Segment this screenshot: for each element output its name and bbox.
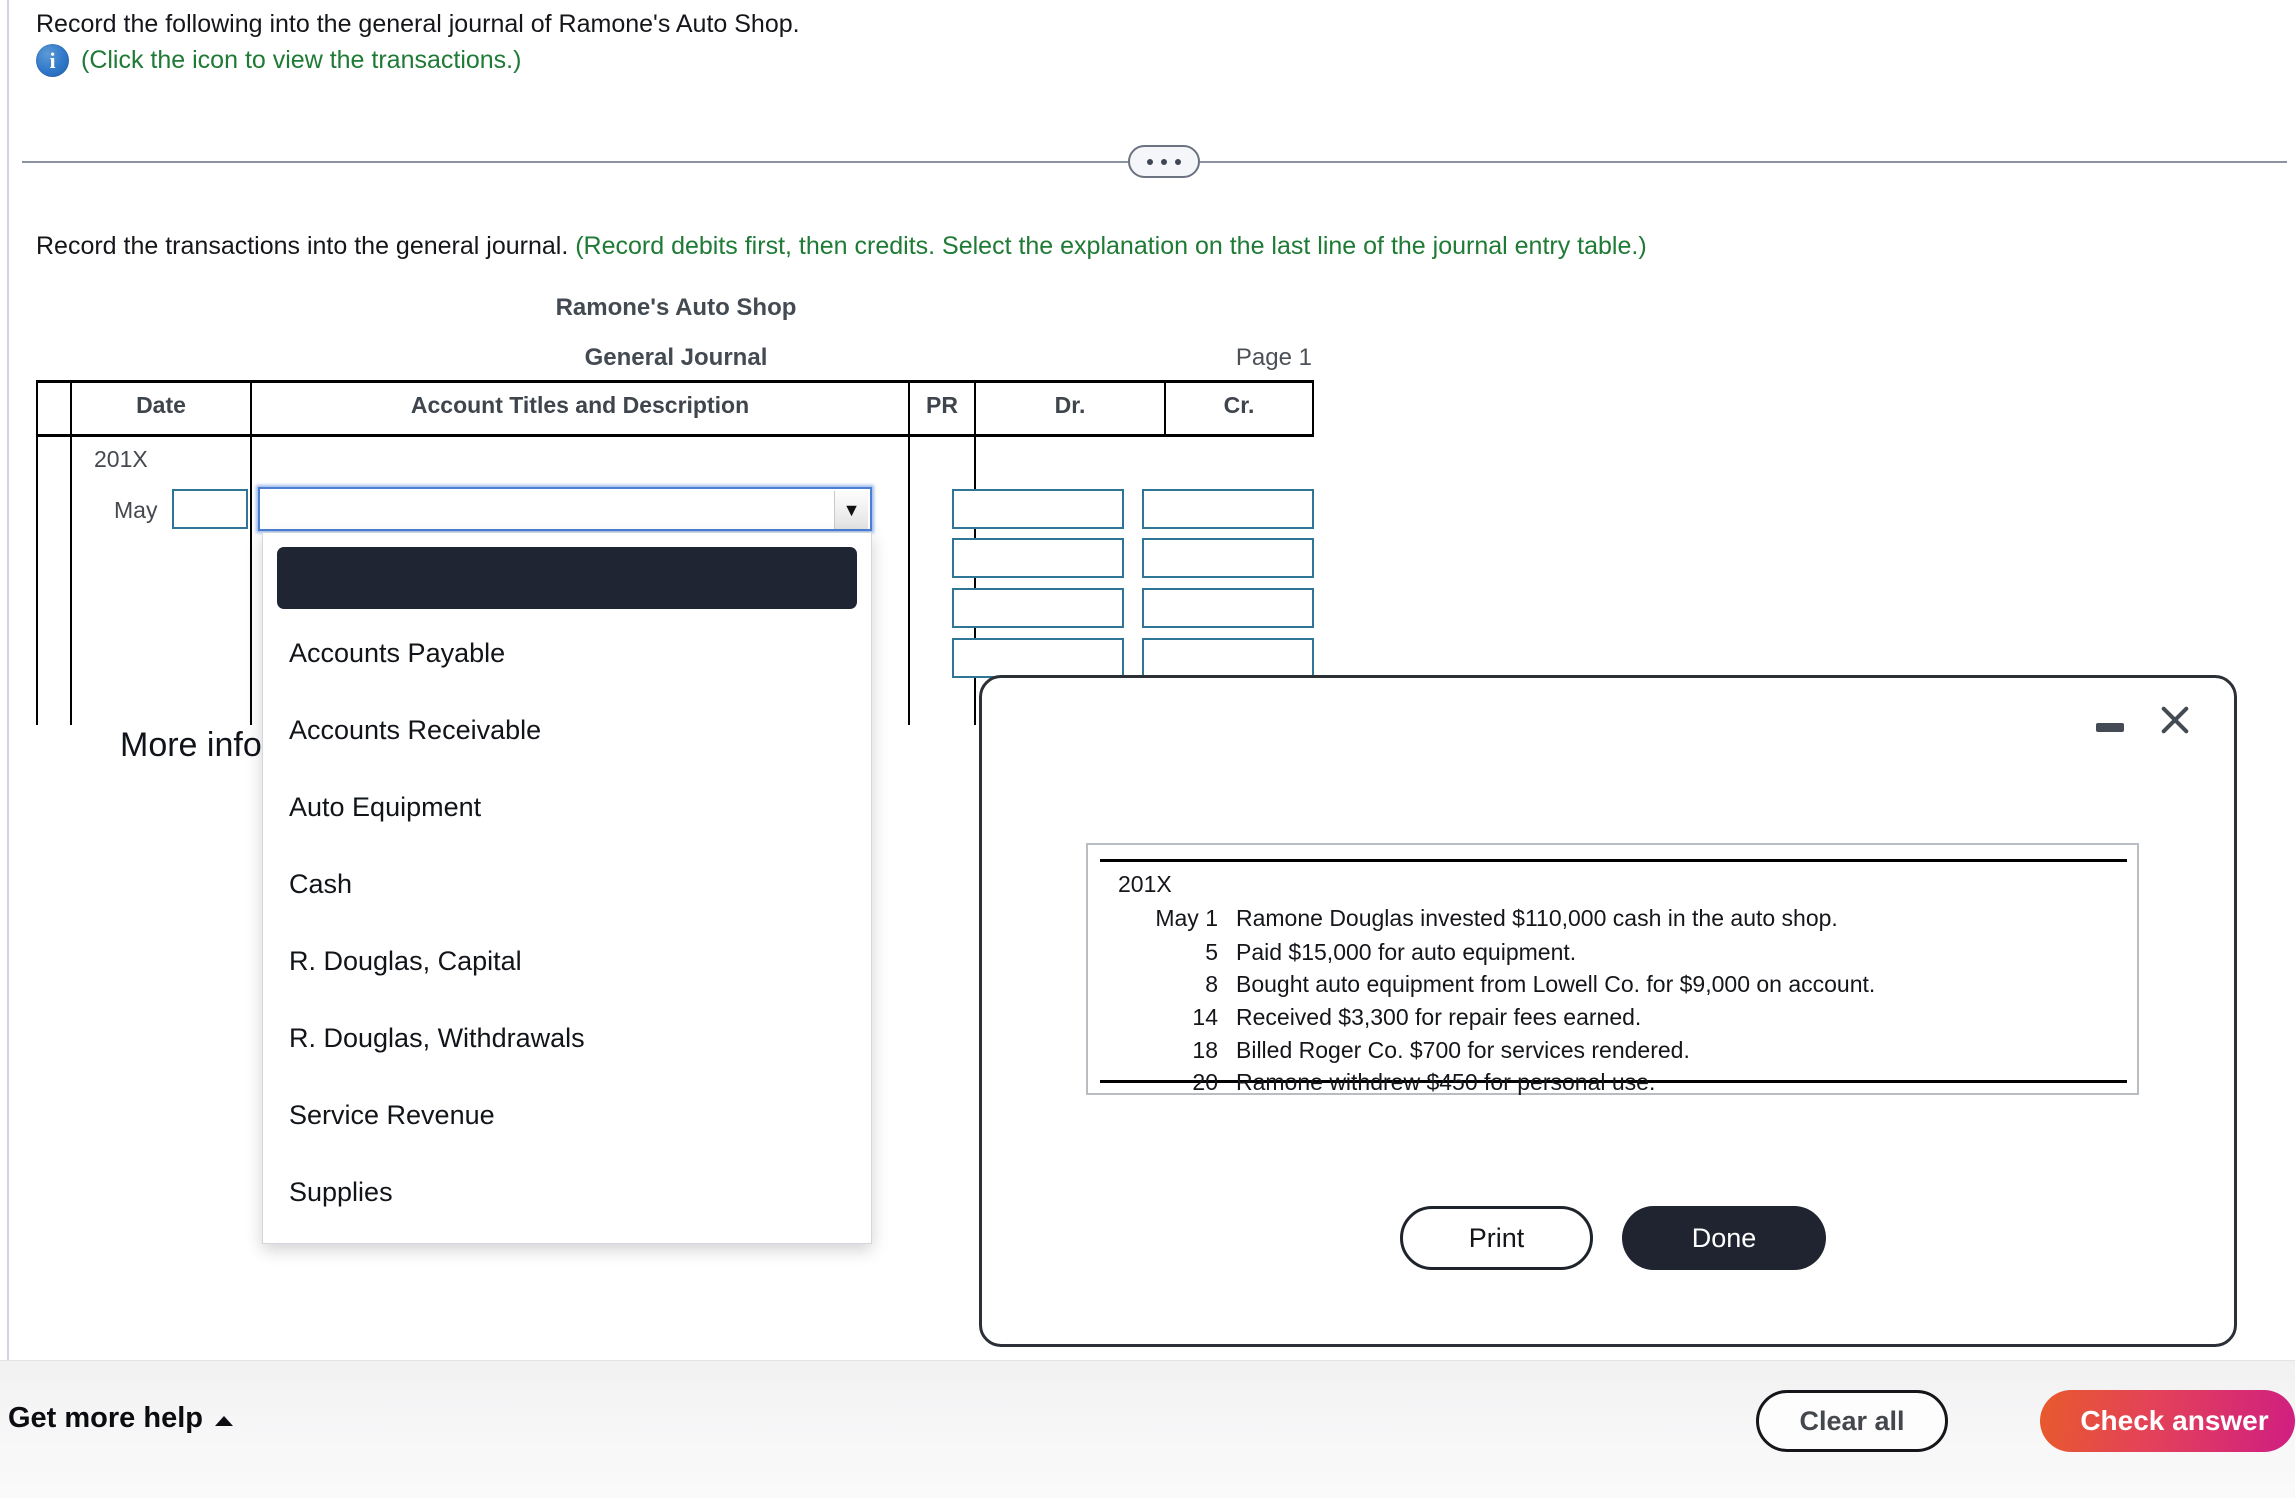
task-instruction: Record the transactions into the general… xyxy=(36,232,1647,261)
column-header-account: Account Titles and Description xyxy=(410,392,750,418)
print-button[interactable]: Print xyxy=(1400,1206,1593,1270)
credit-input[interactable] xyxy=(1142,489,1314,529)
done-button[interactable]: Done xyxy=(1622,1206,1826,1270)
instruction-black: Record the transactions into the general… xyxy=(36,232,576,260)
dropdown-option-r-douglas-capital[interactable]: R. Douglas, Capital xyxy=(263,923,871,1000)
dot-icon xyxy=(1161,158,1167,165)
divider-handle[interactable] xyxy=(1128,145,1200,178)
transaction-desc: Ramone withdrew $450 for personal use. xyxy=(1236,1069,1656,1095)
transaction-desc: Billed Roger Co. $700 for services rende… xyxy=(1236,1037,1690,1063)
dropdown-option-blank[interactable] xyxy=(277,547,857,609)
transaction-date: 8 xyxy=(1205,971,1218,997)
transaction-desc: Paid $15,000 for auto equipment. xyxy=(1236,939,1577,965)
transaction-desc: Bought auto equipment from Lowell Co. fo… xyxy=(1236,971,1876,997)
dropdown-option-service-revenue[interactable]: Service Revenue xyxy=(263,1077,871,1154)
journal-company-name: Ramone's Auto Shop xyxy=(555,294,797,321)
dropdown-option-accounts-receivable[interactable]: Accounts Receivable xyxy=(263,692,871,769)
debit-input[interactable] xyxy=(952,588,1124,628)
journal-page-label: Page 1 xyxy=(1235,344,1312,371)
info-icon[interactable]: i xyxy=(36,44,69,77)
transaction-date: 20 xyxy=(1192,1069,1218,1095)
dropdown-option-supplies[interactable]: Supplies xyxy=(263,1154,871,1231)
table-vline xyxy=(70,380,72,725)
column-header-cr: Cr. xyxy=(1223,392,1255,418)
transactions-top-rule xyxy=(1100,859,2127,862)
table-vline xyxy=(908,380,910,725)
minimize-icon[interactable] xyxy=(2096,723,2124,732)
footer-bar xyxy=(0,1360,2295,1498)
dropdown-option-auto-equipment[interactable]: Auto Equipment xyxy=(263,769,871,846)
prompt-line: Record the following into the general jo… xyxy=(36,10,800,38)
get-more-help-button[interactable]: Get more help xyxy=(8,1402,233,1435)
table-vline xyxy=(250,380,252,725)
page-left-edge xyxy=(0,0,9,1360)
account-title-dropdown-list[interactable]: Accounts Payable Accounts Receivable Aut… xyxy=(262,532,872,1244)
date-input[interactable] xyxy=(172,489,248,529)
debit-input[interactable] xyxy=(952,638,1124,678)
clear-all-button[interactable]: Clear all xyxy=(1756,1390,1948,1452)
dot-icon xyxy=(1147,158,1153,165)
debit-input[interactable] xyxy=(952,489,1124,529)
transaction-desc: Received $3,300 for repair fees earned. xyxy=(1236,1004,1642,1030)
transactions-box: 201X May 1 Ramone Douglas invested $110,… xyxy=(1086,843,2139,1095)
check-answer-button[interactable]: Check answer xyxy=(2040,1390,2295,1452)
column-header-pr: PR xyxy=(926,392,958,418)
credit-input[interactable] xyxy=(1142,638,1314,678)
dropdown-option-accounts-payable[interactable]: Accounts Payable xyxy=(263,615,871,692)
debit-input[interactable] xyxy=(952,538,1124,578)
section-divider xyxy=(22,145,2287,179)
column-header-dr: Dr. xyxy=(1054,392,1086,418)
prompt-hint-row: i (Click the icon to view the transactio… xyxy=(36,44,521,77)
account-title-combobox[interactable]: ▼ xyxy=(258,487,872,531)
credit-input[interactable] xyxy=(1142,538,1314,578)
transaction-date: May 1 xyxy=(1155,905,1218,931)
chevron-down-icon[interactable]: ▼ xyxy=(834,491,868,529)
column-header-date: Date xyxy=(136,392,186,418)
question-page: Record the following into the general jo… xyxy=(0,0,2295,1498)
credit-input[interactable] xyxy=(1142,588,1314,628)
table-vline xyxy=(36,380,38,725)
table-top-rule xyxy=(36,380,1314,383)
transaction-desc: Ramone Douglas invested $110,000 cash in… xyxy=(1236,905,1838,931)
dropdown-option-cash[interactable]: Cash xyxy=(263,846,871,923)
close-icon[interactable] xyxy=(2155,700,2195,740)
prompt-hint-text: (Click the icon to view the transactions… xyxy=(81,46,522,74)
get-more-help-label: Get more help xyxy=(8,1402,203,1434)
caret-up-icon xyxy=(215,1415,233,1426)
journal-year-label: 201X xyxy=(94,446,148,472)
dot-icon xyxy=(1175,158,1181,165)
transactions-year: 201X xyxy=(1118,871,1172,897)
table-vline xyxy=(1312,380,1314,437)
dropdown-option-r-douglas-withdrawals[interactable]: R. Douglas, Withdrawals xyxy=(263,1000,871,1077)
journal-month-label: May xyxy=(114,497,158,523)
table-header-rule xyxy=(36,434,1314,437)
instruction-green: (Record debits first, then credits. Sele… xyxy=(575,232,1647,260)
transaction-date: 18 xyxy=(1192,1037,1218,1063)
dialog-title: More info xyxy=(120,726,262,764)
transaction-date: 14 xyxy=(1192,1004,1218,1030)
transaction-date: 5 xyxy=(1205,939,1218,965)
